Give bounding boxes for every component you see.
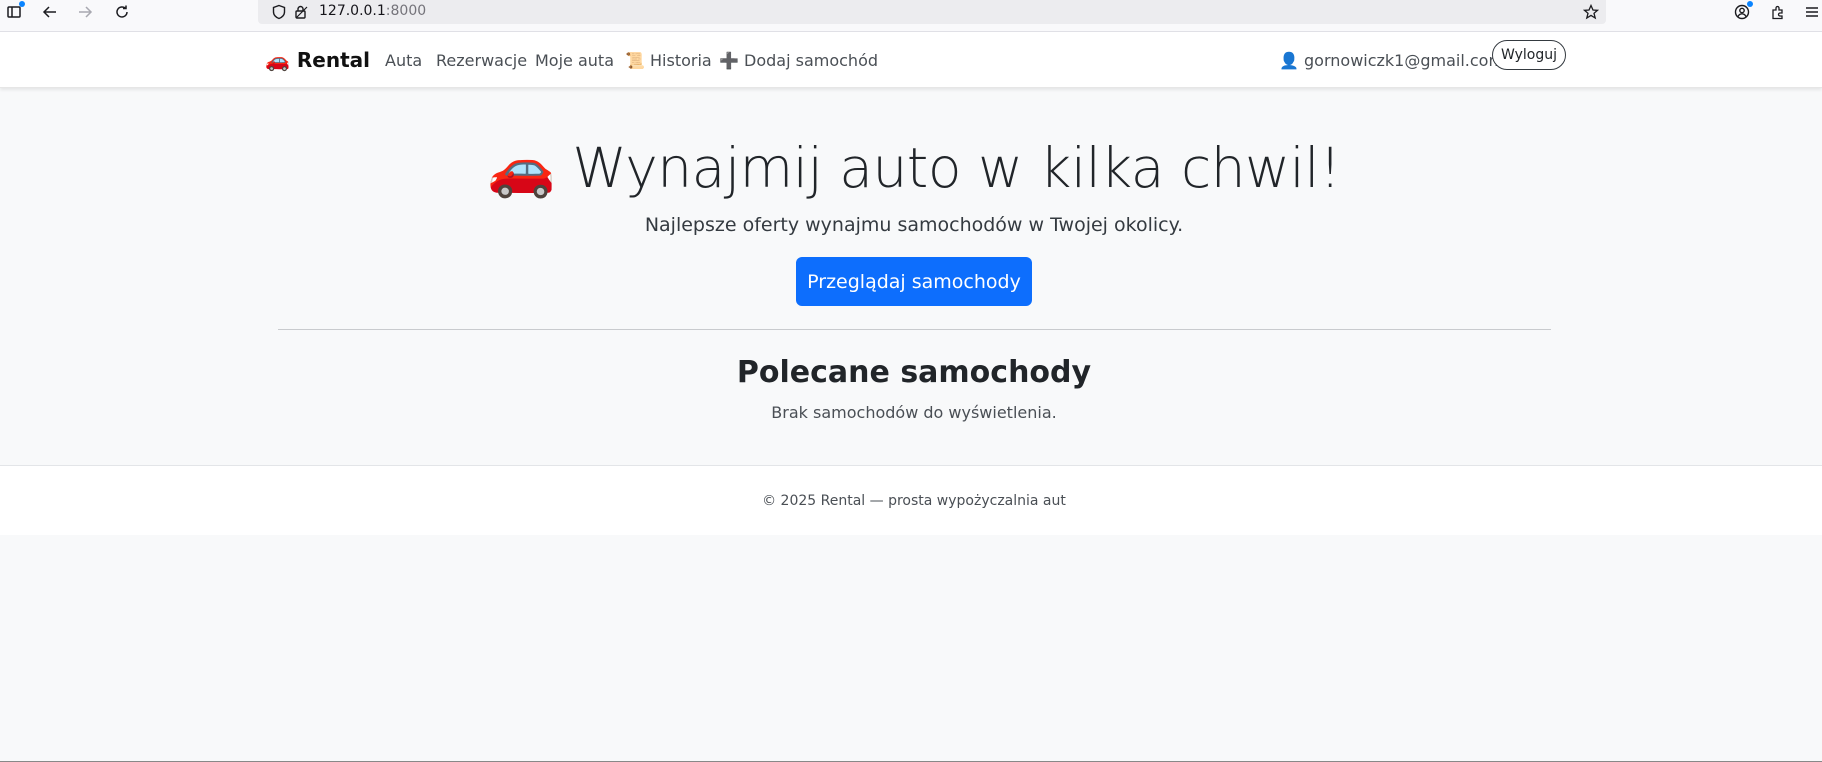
brand-link[interactable]: 🚗 Rental bbox=[265, 48, 370, 72]
divider bbox=[278, 329, 1551, 330]
nav-link-dodaj-samochod[interactable]: ➕ Dodaj samochód bbox=[719, 51, 878, 70]
nav-link-label: Historia bbox=[650, 51, 712, 70]
hero-subtitle: Najlepsze oferty wynajmu samochodów w Tw… bbox=[644, 214, 1184, 236]
browse-cars-button[interactable]: Przeglądaj samochody bbox=[796, 257, 1032, 306]
user-email: 👤 gornowiczk1@gmail.com bbox=[1279, 51, 1504, 70]
browser-toolbar: 127.0.0.1:8000 bbox=[0, 0, 1822, 32]
scroll-icon: 📜 bbox=[625, 51, 645, 70]
back-icon[interactable] bbox=[38, 0, 62, 24]
nav-link-moje-auta[interactable]: Moje auta bbox=[535, 51, 614, 70]
url-bar[interactable]: 127.0.0.1:8000 bbox=[258, 0, 1606, 24]
logout-button[interactable]: Wyloguj bbox=[1492, 40, 1566, 70]
footer-text: © 2025 Rental — prosta wypożyczalnia aut bbox=[762, 493, 1066, 509]
car-icon: 🚗 bbox=[487, 136, 556, 200]
lock-warning-icon[interactable] bbox=[289, 0, 313, 24]
nav-link-label: Dodaj samochód bbox=[744, 51, 879, 70]
menu-icon[interactable] bbox=[1800, 0, 1822, 24]
nav-link-auta[interactable]: Auta bbox=[385, 51, 422, 70]
plus-icon: ➕ bbox=[719, 51, 739, 70]
featured-section-title: Polecane samochody bbox=[736, 355, 1092, 390]
extensions-icon[interactable] bbox=[1766, 0, 1790, 24]
page-footer: © 2025 Rental — prosta wypożyczalnia aut bbox=[0, 465, 1822, 535]
sidebar-toggle-icon[interactable] bbox=[2, 0, 26, 24]
empty-state-message: Brak samochodów do wyświetlenia. bbox=[771, 403, 1057, 422]
bookmark-star-icon[interactable] bbox=[1579, 0, 1603, 24]
hero-title-text: Wynajmij auto w kilka chwil! bbox=[572, 136, 1341, 200]
hero-title: 🚗 Wynajmij auto w kilka chwil! bbox=[0, 136, 1822, 201]
site-navbar: 🚗 Rental Auta Rezerwacje Moje auta 📜 His… bbox=[0, 32, 1822, 88]
account-icon[interactable] bbox=[1730, 0, 1754, 24]
url-text: 127.0.0.1:8000 bbox=[319, 3, 427, 19]
user-icon: 👤 bbox=[1279, 51, 1299, 70]
nav-link-historia[interactable]: 📜 Historia bbox=[625, 51, 712, 70]
reload-icon[interactable] bbox=[110, 0, 134, 24]
brand-label: Rental bbox=[296, 48, 370, 72]
car-icon: 🚗 bbox=[265, 48, 290, 72]
shield-icon[interactable] bbox=[267, 0, 291, 24]
nav-link-rezerwacje[interactable]: Rezerwacje bbox=[436, 51, 527, 70]
user-email-label: gornowiczk1@gmail.com bbox=[1304, 51, 1505, 70]
forward-icon[interactable] bbox=[73, 0, 97, 24]
